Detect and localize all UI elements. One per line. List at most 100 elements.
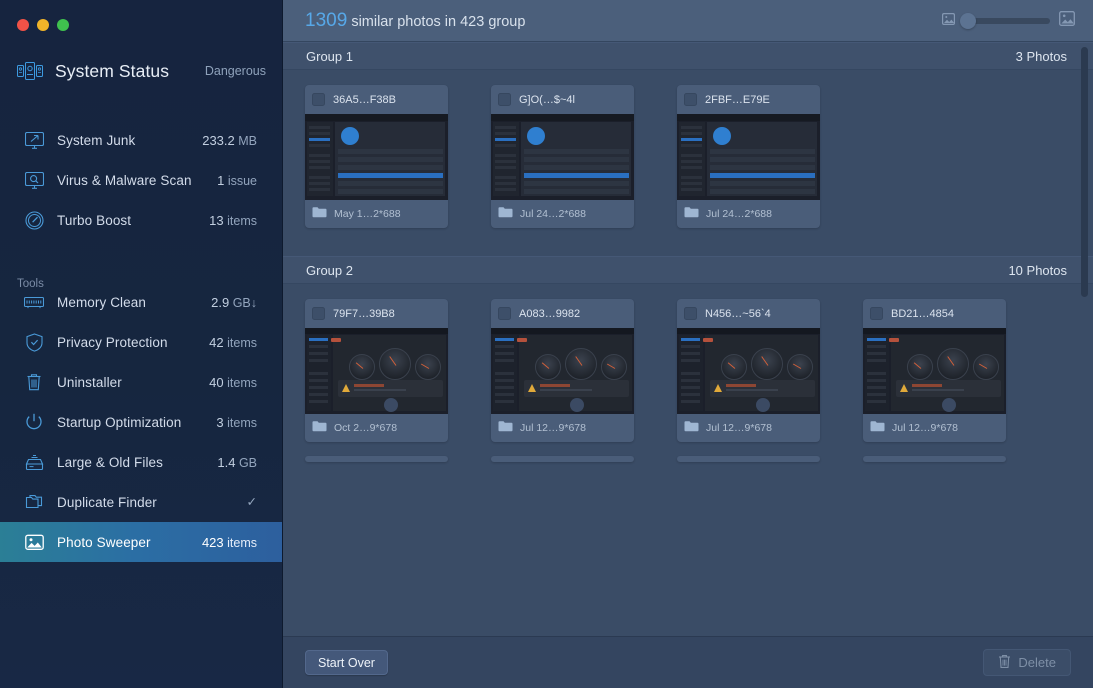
sidebar-item-label: Duplicate Finder bbox=[57, 494, 157, 510]
photo-card[interactable]: A083…9982 Jul 12…9*678 bbox=[491, 299, 634, 442]
sidebar-item-label: Virus & Malware Scan bbox=[57, 172, 192, 188]
photo-checkbox[interactable] bbox=[498, 93, 511, 106]
value-unit: GB bbox=[238, 455, 257, 470]
folder-icon bbox=[312, 419, 327, 437]
system-status-title: System Status bbox=[55, 60, 170, 81]
window-traffic-lights bbox=[17, 19, 69, 31]
photo-card[interactable]: BD21…4854 Jul 12…9*678 bbox=[863, 299, 1006, 442]
photo-checkbox[interactable] bbox=[684, 307, 697, 320]
sidebar-item-uninstaller[interactable]: Uninstaller 40 items bbox=[0, 362, 283, 402]
maximize-button[interactable] bbox=[57, 19, 69, 31]
start-over-button[interactable]: Start Over bbox=[305, 650, 388, 675]
folder-icon bbox=[684, 205, 699, 223]
photo-card-footer: Jul 24…2*688 bbox=[491, 200, 634, 228]
sidebar-item-label: Privacy Protection bbox=[57, 334, 168, 350]
photo-thumbnail[interactable] bbox=[677, 114, 820, 200]
photo-card-footer: Jul 12…9*678 bbox=[863, 414, 1006, 442]
photo-subtitle: Oct 2…9*678 bbox=[334, 422, 398, 434]
value-number: 13 bbox=[209, 212, 224, 228]
virus-scan-icon bbox=[24, 170, 44, 190]
photo-thumbnail[interactable] bbox=[491, 114, 634, 200]
photo-card[interactable]: N456…~56`4 Jul 12…9*678 bbox=[677, 299, 820, 442]
photo-checkbox[interactable] bbox=[870, 307, 883, 320]
close-button[interactable] bbox=[17, 19, 29, 31]
sidebar-item-turbo-boost[interactable]: Turbo Boost 13 items bbox=[0, 200, 283, 240]
photo-grid: 79F7…39B8 Oct 2…9*678 A083…9982 Jul 12…9… bbox=[283, 284, 1093, 490]
value-unit: issue bbox=[227, 173, 257, 188]
sidebar-item-large-old-files[interactable]: Large & Old Files 1.4 GB bbox=[0, 442, 283, 482]
system-status-value: Dangerous bbox=[204, 64, 266, 78]
delete-button-label: Delete bbox=[1018, 655, 1056, 670]
photo-thumbnail[interactable] bbox=[305, 114, 448, 200]
sidebar-item-label: Turbo Boost bbox=[57, 212, 132, 228]
group-name: Group 2 bbox=[306, 262, 353, 278]
value-number: 40 bbox=[209, 374, 224, 390]
photo-card[interactable] bbox=[677, 456, 820, 462]
folder-icon bbox=[312, 205, 327, 223]
photo-card-header: 36A5…F38B bbox=[305, 85, 448, 114]
sidebar-item-system-junk[interactable]: System Junk 233.2 MB bbox=[0, 120, 283, 160]
photo-card-header: 79F7…39B8 bbox=[305, 299, 448, 328]
delete-button[interactable]: Delete bbox=[983, 649, 1071, 676]
group-count: 10 Photos bbox=[1008, 262, 1067, 278]
photo-thumbnail[interactable] bbox=[677, 328, 820, 414]
sidebar-item-privacy-protection[interactable]: Privacy Protection 42 items bbox=[0, 322, 283, 362]
value-unit: items bbox=[227, 415, 257, 430]
value-unit: items bbox=[227, 213, 257, 228]
trash-icon bbox=[998, 654, 1011, 672]
folder-icon bbox=[498, 205, 513, 223]
photo-title: A083…9982 bbox=[519, 307, 581, 320]
shield-icon bbox=[24, 332, 44, 352]
sidebar-item-value: 233.2 MB bbox=[202, 133, 257, 148]
photo-checkbox[interactable] bbox=[312, 93, 325, 106]
sidebar-item-value: 42 items bbox=[209, 335, 257, 350]
photo-card[interactable]: 36A5…F38B May 1…2*688 bbox=[305, 85, 448, 228]
tools-section-label: Tools bbox=[17, 278, 44, 290]
photo-card-footer: Oct 2…9*678 bbox=[305, 414, 448, 442]
sidebar-item-label: System Junk bbox=[57, 132, 136, 148]
large-photo-icon[interactable] bbox=[1059, 10, 1075, 31]
memory-icon bbox=[24, 292, 44, 312]
photo-card[interactable] bbox=[863, 456, 1006, 462]
photo-thumbnail[interactable] bbox=[491, 328, 634, 414]
trash-icon bbox=[24, 372, 44, 392]
value-number: 3 bbox=[216, 414, 224, 430]
photo-title: N456…~56`4 bbox=[705, 307, 771, 320]
sidebar-item-virus-malware-scan[interactable]: Virus & Malware Scan 1 issue bbox=[0, 160, 283, 200]
photo-card[interactable] bbox=[305, 456, 448, 462]
files-icon bbox=[24, 452, 44, 472]
thumbnail-size-control[interactable] bbox=[942, 10, 1075, 31]
photo-subtitle: Jul 12…9*678 bbox=[892, 422, 958, 434]
photo-card-footer: Jul 12…9*678 bbox=[677, 414, 820, 442]
app-window: System Status Dangerous System Junk 233.… bbox=[0, 0, 1093, 688]
photo-checkbox[interactable] bbox=[684, 93, 697, 106]
minimize-button[interactable] bbox=[37, 19, 49, 31]
vertical-scrollbar[interactable] bbox=[1081, 47, 1088, 297]
photo-checkbox[interactable] bbox=[498, 307, 511, 320]
thumbnail-size-slider[interactable] bbox=[960, 12, 1050, 29]
photo-card[interactable]: 2FBF…E79E Jul 24…2*688 bbox=[677, 85, 820, 228]
value-number: 233.2 bbox=[202, 132, 235, 148]
photo-title: G]O(…$~4l bbox=[519, 93, 575, 106]
photo-thumbnail[interactable] bbox=[863, 328, 1006, 414]
photo-title: 79F7…39B8 bbox=[333, 307, 395, 320]
slider-handle[interactable] bbox=[960, 12, 976, 29]
photo-subtitle: Jul 12…9*678 bbox=[520, 422, 586, 434]
sidebar-item-duplicate-finder[interactable]: Duplicate Finder ✓ bbox=[0, 482, 283, 522]
photo-checkbox[interactable] bbox=[312, 307, 325, 320]
main-panel: 1309 similar photos in 423 group Group 1… bbox=[283, 0, 1093, 688]
small-photo-icon[interactable] bbox=[942, 12, 956, 30]
sidebar-item-value: 423 items bbox=[202, 535, 257, 550]
sidebar-item-photo-sweeper[interactable]: Photo Sweeper 423 items bbox=[0, 522, 283, 562]
photo-groups-scroll-area[interactable]: Group 1 3 Photos 36A5…F38B May 1…2*688 G… bbox=[283, 42, 1093, 636]
photo-card[interactable]: G]O(…$~4l Jul 24…2*688 bbox=[491, 85, 634, 228]
photo-card[interactable] bbox=[491, 456, 634, 462]
photo-thumbnail[interactable] bbox=[305, 328, 448, 414]
system-status-row[interactable]: System Status Dangerous bbox=[17, 56, 266, 86]
sidebar-item-startup-optimization[interactable]: Startup Optimization 3 items bbox=[0, 402, 283, 442]
photo-card[interactable]: 79F7…39B8 Oct 2…9*678 bbox=[305, 299, 448, 442]
photo-card-footer: Jul 24…2*688 bbox=[677, 200, 820, 228]
page-title: 1309 similar photos in 423 group bbox=[305, 10, 525, 32]
sidebar-nav: System Junk 233.2 MB Virus & Malware Sca… bbox=[0, 120, 283, 562]
photo-subtitle: May 1…2*688 bbox=[334, 208, 401, 220]
